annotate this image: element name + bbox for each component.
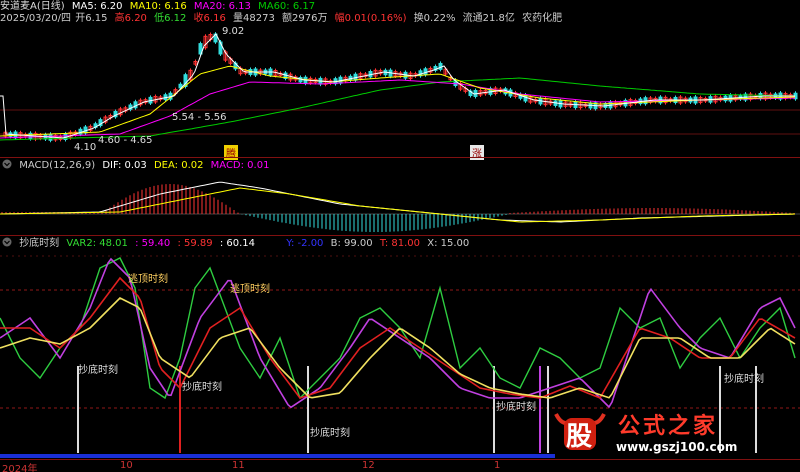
ma10-line — [0, 65, 796, 137]
yellow-line — [0, 297, 796, 399]
low-price: 低6.12 — [154, 13, 187, 24]
macd-panel[interactable] — [0, 170, 800, 232]
ma20-value: MA20: 6.13 — [193, 1, 251, 12]
ma5-value: MA5: 6.20 — [71, 1, 123, 12]
macd-chart-svg — [0, 181, 800, 232]
collapse-icon[interactable] — [2, 237, 12, 247]
volume-label: 量48273 — [233, 13, 275, 24]
high-price: 高6.20 — [114, 13, 147, 24]
timeline-label: 1 — [494, 460, 501, 471]
bull-logo-icon: 股 — [552, 408, 608, 452]
high-price-note: 9.02 — [222, 26, 245, 37]
timeline-label: 12 — [362, 460, 375, 471]
signal-label-bottom: 抄底时刻 — [78, 365, 118, 376]
turnover-label: 换0.22% — [413, 13, 456, 24]
signal-label-bottom: 抄底时刻 — [724, 374, 764, 385]
macd-histogram — [1, 184, 795, 232]
price-header: 安道麦A(日线) MA5: 6.20 MA10: 6.16 MA20: 6.13… — [0, 1, 319, 13]
signal-label-bottom: 抄底时刻 — [182, 382, 222, 393]
date-label: 2025/03/20/四 — [0, 13, 72, 24]
close-price: 收6.16 — [193, 13, 226, 24]
float-label: 流通21.8亿 — [462, 13, 515, 24]
signal-label-bottom: 抄底时刻 — [310, 428, 350, 439]
blue-range-bar — [0, 454, 555, 458]
site-watermark: 股 公式之家 www.gszj100.com — [552, 408, 782, 460]
range-mid-note: 5.54 - 5.56 — [172, 112, 227, 123]
collapse-icon[interactable] — [2, 159, 12, 169]
change-label: 幅0.01(0.16%) — [334, 13, 407, 24]
ma60-value: MA60: 6.17 — [258, 1, 316, 12]
signal-label-top: 逃顶时刻 — [230, 284, 270, 295]
signal-label-bottom: 抄底时刻 — [496, 402, 536, 413]
event-row: 腾 涨 — [0, 145, 800, 160]
timeline-label: 2024年 — [2, 464, 38, 472]
brand-url[interactable]: www.gszj100.com — [616, 440, 737, 454]
sector-label: 农药化肥 — [522, 13, 563, 24]
brand-name: 公式之家 — [618, 413, 719, 439]
timeline-label: 10 — [120, 460, 133, 471]
amount-label: 额2976万 — [282, 13, 328, 24]
timeline-label: 11 — [232, 460, 245, 471]
candle-body — [438, 62, 443, 70]
logo-char: 股 — [566, 422, 593, 452]
stock-title[interactable]: 安道麦A(日线) — [0, 1, 65, 12]
signal-label-top: 逃顶时刻 — [128, 274, 168, 285]
open-price: 开6.15 — [75, 13, 108, 24]
ma10-value: MA10: 6.16 — [129, 1, 187, 12]
ma5-line — [0, 33, 795, 139]
price-panel[interactable]: 9.02 5.54 - 5.56 4.60 - 4.65 4.10 — [0, 24, 800, 153]
price-chart-svg — [0, 32, 800, 143]
